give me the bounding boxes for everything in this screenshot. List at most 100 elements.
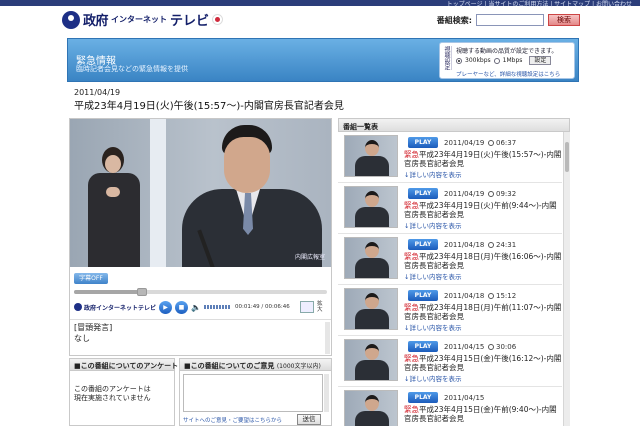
transcript-scrollbar[interactable] <box>325 322 330 354</box>
transcript-box[interactable]: [冒頭発言] なし <box>70 319 331 355</box>
quality-description: 視聴する動画の品質が設定できます。 <box>456 48 558 55</box>
show-details-link[interactable]: ↓詳しい内容を表示 <box>404 169 461 179</box>
duration-text: 30:06 <box>496 343 517 351</box>
list-item[interactable]: PLAY 2011/04/18 24:31 緊急平成23年4月18日(月)午後(16:… <box>338 234 562 285</box>
show-details-link[interactable]: ↓詳しい内容を表示 <box>404 322 461 332</box>
play-button[interactable]: ▶ <box>159 300 173 314</box>
urgent-badge: 緊急 <box>404 354 419 363</box>
player-controls: 政府インターネットテレビ ▶ ■ 🔈 00:01:49 / 00:06:46 拡… <box>74 297 327 317</box>
site-feedback-link[interactable]: サイトへのご意見・ご要望はこちらから <box>183 416 282 424</box>
detailed-settings-link[interactable]: プレーヤーなど、詳細な視聴設定はこちら <box>456 70 560 78</box>
show-details-link[interactable]: ↓詳しい内容を表示 <box>404 271 461 281</box>
radio-1mbps[interactable] <box>493 57 500 64</box>
show-details-text: 詳しい内容を表示 <box>409 171 462 179</box>
duration-text: 09:32 <box>496 190 517 198</box>
program-title[interactable]: 緊急平成23年4月19日(火)午前(9:44〜)-内閣官房長官記者会見 <box>404 201 562 219</box>
survey-body: この番組のアンケートは 現在実施されていません <box>70 371 174 403</box>
clock-icon <box>488 344 494 350</box>
play-button[interactable]: PLAY <box>408 290 438 301</box>
seek-handle[interactable] <box>137 288 148 296</box>
expand-button[interactable] <box>300 301 314 313</box>
program-thumbnail[interactable] <box>344 339 398 381</box>
subtitle-toggle-button[interactable]: 字幕OFF <box>74 273 108 284</box>
program-title[interactable]: 緊急平成23年4月18日(月)午前(11:07〜)-内閣官房長官記者会見 <box>404 303 562 321</box>
program-thumbnail[interactable] <box>344 237 398 279</box>
clock-icon <box>488 191 494 197</box>
search-input[interactable] <box>476 14 544 26</box>
program-title[interactable]: 緊急平成23年4月15日(金)午前(9:40〜)-内閣官房長官記者会見 <box>404 405 562 423</box>
player-logo-text: 政府インターネットテレビ <box>84 304 157 312</box>
stop-button[interactable]: ■ <box>175 300 189 314</box>
duration-text: 15:12 <box>496 292 517 300</box>
radio-1mbps-label: 1Mbps <box>502 57 523 64</box>
thumbnail-head <box>365 395 379 411</box>
logo-text-internet: インターネット <box>111 15 168 24</box>
play-button[interactable]: PLAY <box>408 137 438 148</box>
duration-text: 06:37 <box>496 139 517 147</box>
program-thumbnail[interactable] <box>344 288 398 330</box>
thumbnail-head <box>365 293 379 309</box>
program-title-text: 平成23年4月18日(月)午前(11:07〜)-内閣官房長官記者会見 <box>404 303 562 321</box>
thumbnail-body <box>355 258 389 278</box>
program-date: 2011/04/19 <box>444 139 485 147</box>
show-details-link[interactable]: ↓詳しい内容を表示 <box>404 373 461 383</box>
program-title-text: 平成23年4月15日(金)午後(16:12〜)-内閣官房長官記者会見 <box>404 354 562 372</box>
site-logo[interactable]: 政府 インターネット テレビ <box>62 10 224 29</box>
program-duration: 24:31 <box>488 241 516 249</box>
list-item[interactable]: PLAY 2011/04/18 15:12 緊急平成23年4月18日(月)午前(11:… <box>338 285 562 336</box>
transcript-heading: [冒頭発言] <box>74 323 113 332</box>
survey-line-2: 現在実施されていません <box>74 394 151 402</box>
program-duration: 09:32 <box>488 190 516 198</box>
list-item[interactable]: PLAY 2011/04/19 09:32 緊急平成23年4月19日(火)午前(9:4… <box>338 183 562 234</box>
program-title[interactable]: 緊急平成23年4月18日(月)午後(16:06〜)-内閣官房長官記者会見 <box>404 252 562 270</box>
thumbnail-body <box>355 411 389 426</box>
thumbnail-body <box>355 207 389 227</box>
program-thumbnail[interactable] <box>344 135 398 177</box>
opinion-char-limit: (1000文字以内) <box>276 363 321 370</box>
video-frame[interactable]: 内閣広報室 <box>70 119 331 267</box>
opinion-textarea[interactable] <box>183 374 323 412</box>
search-button[interactable]: 検索 <box>548 14 580 26</box>
program-title[interactable]: 緊急平成23年4月19日(火)午後(15:57〜)-内閣官房長官記者会見 <box>404 150 562 168</box>
video-watermark: 内閣広報室 <box>294 254 325 261</box>
play-button[interactable]: PLAY <box>408 392 438 403</box>
volume-icon[interactable]: 🔈 <box>191 303 201 312</box>
program-date: 2011/04/18 <box>444 241 485 249</box>
radio-300kbps[interactable] <box>456 57 462 64</box>
search-label: 番組検索: <box>436 15 472 25</box>
emergency-banner: 緊急情報 臨時記者会見などの緊急情報を提供 視聴設定 視聴する動画の品質が設定で… <box>67 38 579 82</box>
program-thumbnail[interactable] <box>344 186 398 228</box>
play-button[interactable]: PLAY <box>408 239 438 250</box>
page-title: 平成23年4月19日(火)午後(15:57〜)-内閣官房長官記者会見 <box>74 101 344 112</box>
list-item[interactable]: PLAY 2011/04/15 緊急平成23年4月15日(金)午前(9:40〜)-内… <box>338 387 562 426</box>
list-item[interactable]: PLAY 2011/04/19 06:37 緊急平成23年4月19日(火)午後(15:… <box>338 132 562 183</box>
program-list-header: 番組一覧表 <box>338 118 570 132</box>
show-details-text: 詳しい内容を表示 <box>409 324 462 332</box>
sign-language-interpreter <box>84 147 144 267</box>
show-details-link[interactable]: ↓詳しい内容を表示 <box>404 220 461 230</box>
program-title[interactable]: 緊急平成23年4月15日(金)午後(16:12〜)-内閣官房長官記者会見 <box>404 354 562 372</box>
program-date: 2011/04/19 <box>74 88 121 97</box>
transcript-text: なし <box>74 334 90 343</box>
seek-bar[interactable] <box>74 288 327 296</box>
opinion-scrollbar[interactable] <box>324 374 329 412</box>
play-button[interactable]: PLAY <box>408 188 438 199</box>
program-list-scrollbar[interactable] <box>563 132 570 426</box>
urgent-badge: 緊急 <box>404 303 419 312</box>
survey-header: ■この番組についてのアンケート <box>70 359 178 371</box>
program-list-panel: 番組一覧表 PLAY 2011/04/19 06:37 緊急平成23年4月19日(火)… <box>338 118 570 426</box>
program-thumbnail[interactable] <box>344 390 398 426</box>
program-list-scroll-thumb[interactable] <box>565 142 569 172</box>
video-curtain <box>150 119 166 267</box>
program-duration: 06:37 <box>488 139 516 147</box>
thumbnail-head <box>365 344 379 360</box>
radio-300kbps-label: 300kbps <box>465 57 491 64</box>
quality-options: 300kbps 1Mbps 設定 <box>456 56 552 65</box>
urgent-badge: 緊急 <box>404 150 419 159</box>
list-item[interactable]: PLAY 2011/04/15 30:06 緊急平成23年4月15日(金)午後(16:… <box>338 336 562 387</box>
play-button[interactable]: PLAY <box>408 341 438 352</box>
send-button[interactable]: 送信 <box>297 414 321 425</box>
volume-slider[interactable] <box>203 305 230 309</box>
government-emblem-icon <box>62 10 80 29</box>
quality-set-button[interactable]: 設定 <box>529 56 552 65</box>
